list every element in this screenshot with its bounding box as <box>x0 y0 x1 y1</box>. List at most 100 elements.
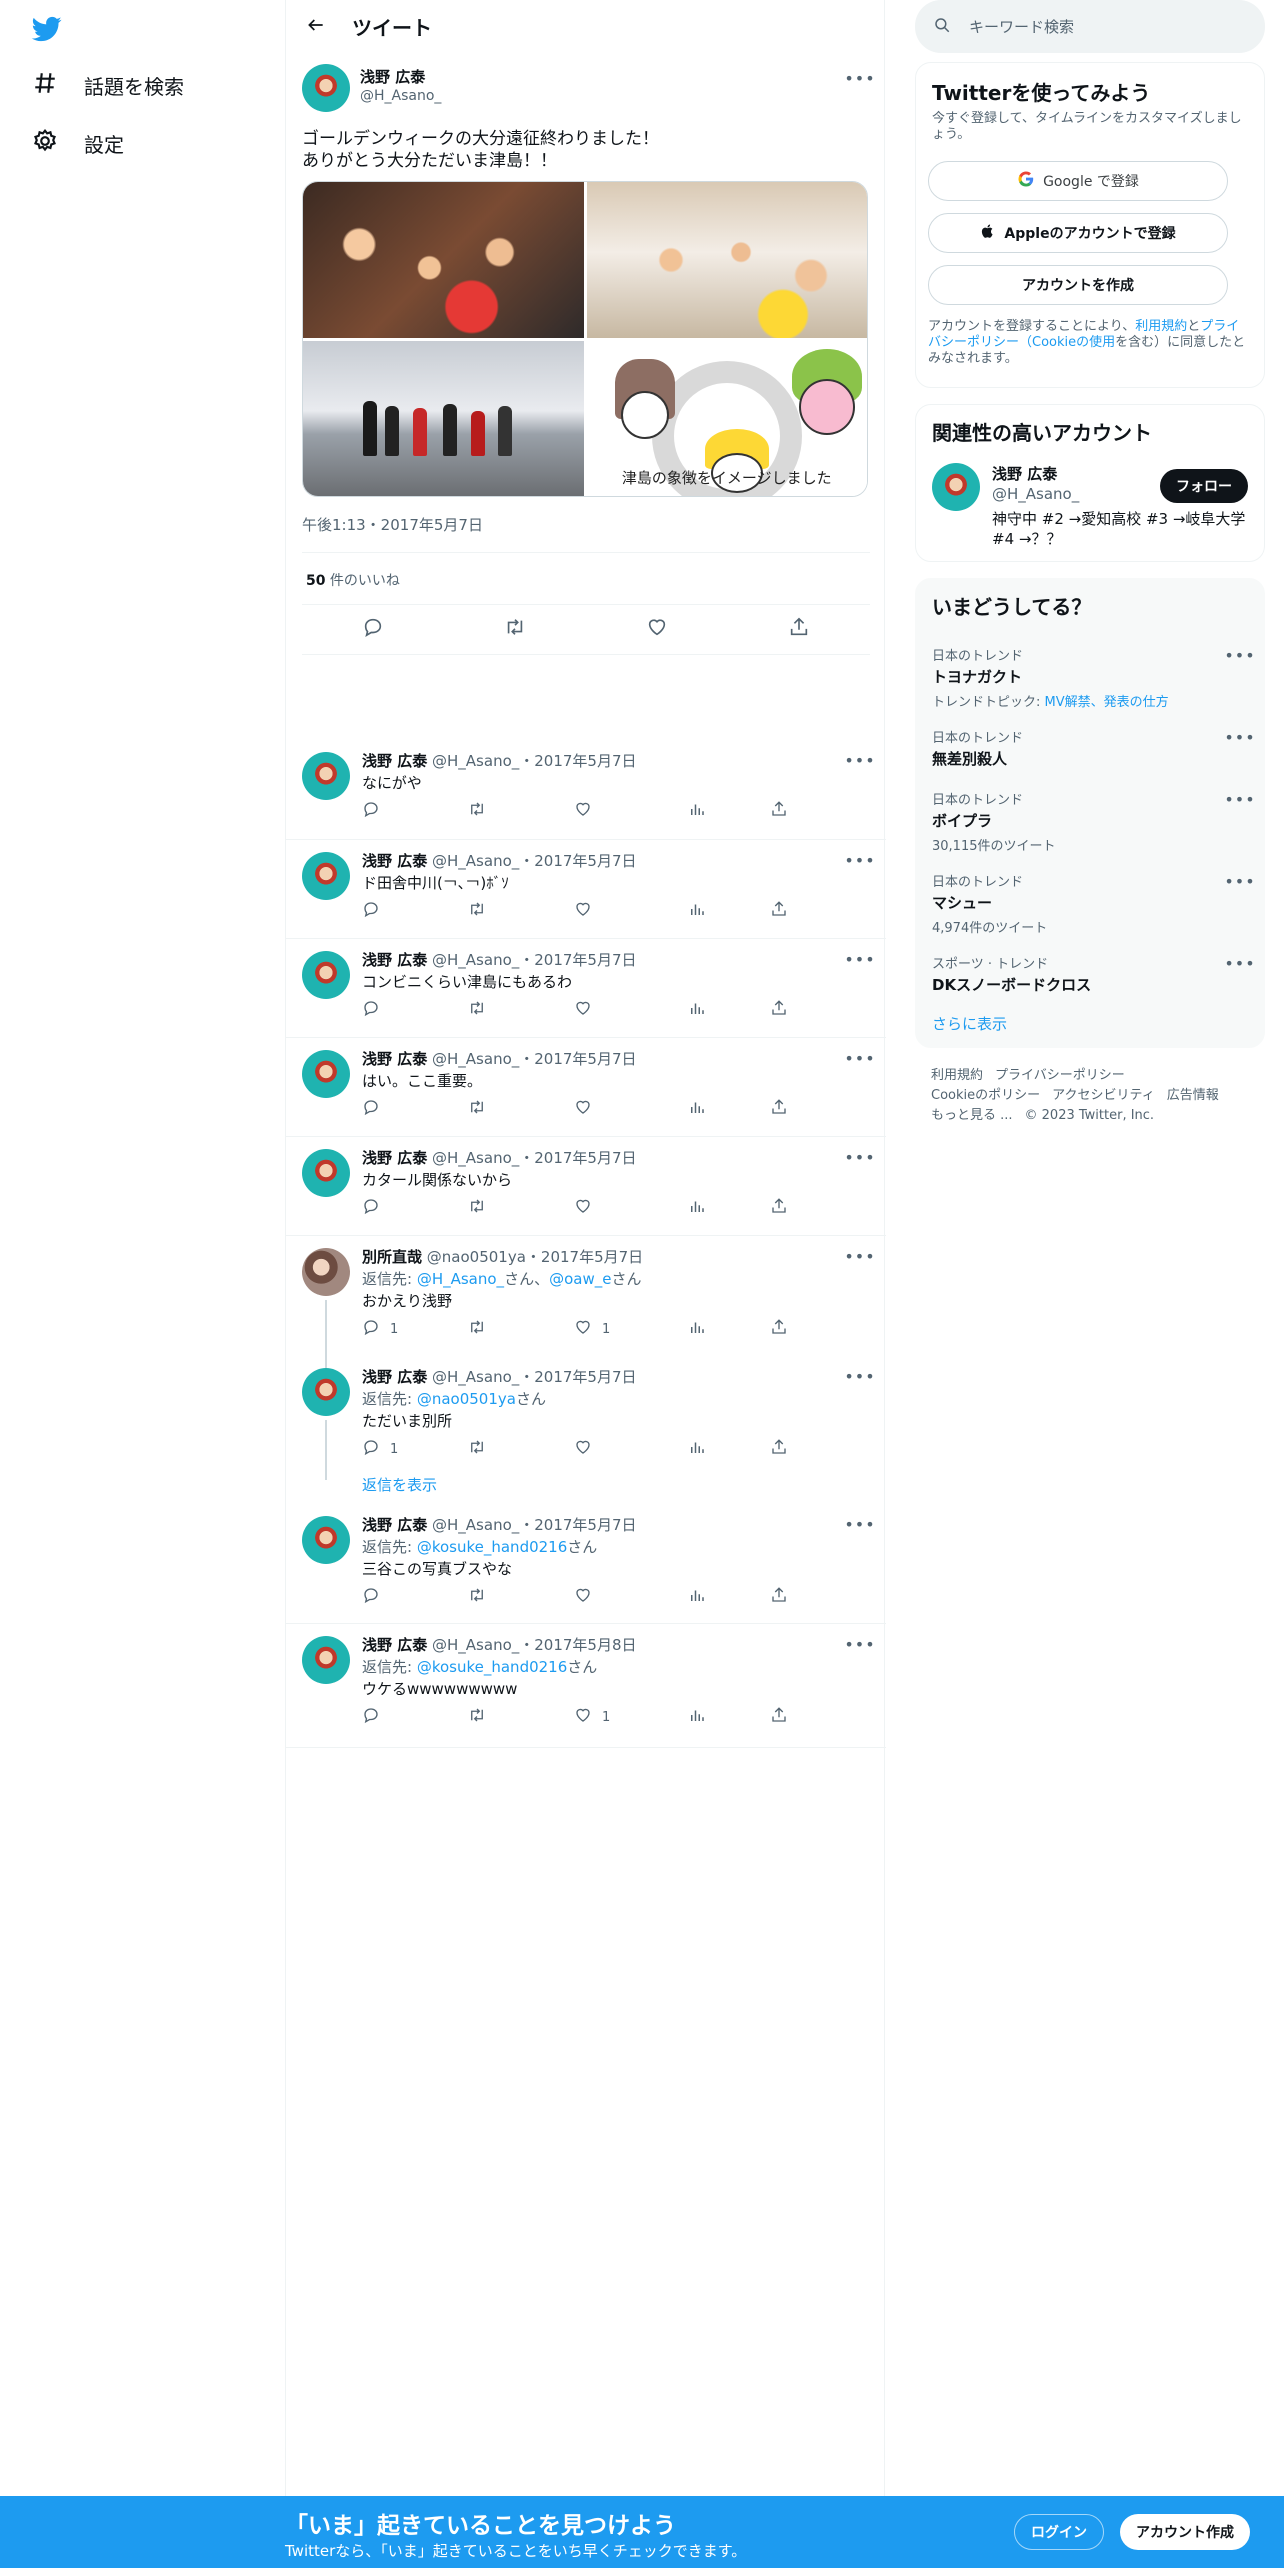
reply-meta[interactable]: @H_Asano_・2017年5月7日 <box>432 1149 637 1167</box>
avatar[interactable] <box>302 951 350 999</box>
nav-explore[interactable]: 話題を検索 <box>32 70 184 101</box>
more-icon[interactable]: ••• <box>1224 871 1254 891</box>
reply-tweet[interactable]: 浅野 広泰 @H_Asano_・2017年5月7日 ••• 返信先: @nao050… <box>286 1356 886 1504</box>
more-icon[interactable]: ••• <box>1224 645 1254 665</box>
views-button[interactable] <box>688 1438 706 1460</box>
share-button[interactable] <box>770 999 788 1021</box>
share-button[interactable] <box>770 1438 788 1460</box>
photo-2[interactable] <box>586 182 867 338</box>
share-button[interactable] <box>770 800 788 822</box>
reply-button[interactable] <box>362 1197 390 1219</box>
show-more-trends-link[interactable]: さらに表示 <box>932 1013 1007 1034</box>
more-icon[interactable]: ••• <box>1224 953 1254 973</box>
more-icon[interactable]: ••• <box>844 750 874 770</box>
retweet-button[interactable] <box>468 1706 486 1728</box>
views-button[interactable] <box>688 900 706 922</box>
reply-tweet[interactable]: 浅野 広泰 @H_Asano_・2017年5月7日 ••• はい。ここ重要。 <box>286 1038 886 1137</box>
like-button[interactable] <box>574 1438 602 1460</box>
reply-meta[interactable]: @H_Asano_・2017年5月7日 <box>432 1368 637 1386</box>
reply-meta[interactable]: @H_Asano_・2017年5月7日 <box>432 1516 637 1534</box>
like-button[interactable]: 1 <box>574 1706 610 1728</box>
reply-meta[interactable]: @nao0501ya・2017年5月7日 <box>427 1248 643 1266</box>
retweet-button[interactable] <box>468 1586 486 1608</box>
trend-item[interactable]: 日本のトレンド ボイプラ 30,115件のツイート ••• <box>932 789 1255 855</box>
relevant-handle[interactable]: @H_Asano_ <box>992 485 1079 503</box>
reply-tweet[interactable]: 浅野 広泰 @H_Asano_・2017年5月7日 ••• なにがや <box>286 740 886 840</box>
author-name[interactable]: 浅野 広泰 <box>360 66 425 87</box>
reply-tweet[interactable]: 浅野 広泰 @H_Asano_・2017年5月7日 ••• 返信先: @kosuke… <box>286 1504 886 1624</box>
views-button[interactable] <box>688 1586 706 1608</box>
trend-item[interactable]: 日本のトレンド マシュー 4,974件のツイート ••• <box>932 871 1255 937</box>
like-button[interactable] <box>574 1197 602 1219</box>
reply-author-name[interactable]: 浅野 広泰 <box>362 752 427 770</box>
retweet-button[interactable] <box>468 900 486 922</box>
nav-settings[interactable]: 設定 <box>32 128 124 159</box>
reply-button[interactable] <box>362 1706 390 1728</box>
views-button[interactable] <box>688 1098 706 1120</box>
share-button[interactable] <box>770 1197 788 1219</box>
retweet-button[interactable] <box>468 1098 486 1120</box>
share-button[interactable] <box>770 1586 788 1608</box>
tweet-timestamp[interactable]: 午後1:13・2017年5月7日 <box>302 514 483 535</box>
like-button[interactable] <box>574 900 602 922</box>
reply-tweet[interactable]: 別所直哉 @nao0501ya・2017年5月7日 ••• 返信先: @H_Asan… <box>286 1236 886 1368</box>
avatar[interactable] <box>302 1516 350 1564</box>
share-icon[interactable] <box>788 616 810 642</box>
reply-to-mention[interactable]: @H_Asano_ <box>417 1270 504 1288</box>
photo-4[interactable]: 津島の象徴をイメージしました <box>586 340 867 496</box>
avatar[interactable] <box>932 463 980 511</box>
reply-to-mention[interactable]: @oaw_e <box>549 1270 611 1288</box>
share-button[interactable] <box>770 1706 788 1728</box>
avatar[interactable] <box>302 1050 350 1098</box>
footer-cookie-link[interactable]: Cookieのポリシー <box>931 1088 1040 1103</box>
retweet-button[interactable] <box>468 1438 486 1460</box>
reply-button[interactable]: 1 <box>362 1438 398 1460</box>
reply-button[interactable] <box>362 800 390 822</box>
reply-button[interactable]: 1 <box>362 1318 398 1340</box>
create-account-button[interactable]: アカウントを作成 <box>928 265 1228 305</box>
back-button[interactable] <box>288 0 344 53</box>
reply-to-mention[interactable]: @kosuke_hand0216 <box>417 1538 567 1556</box>
reply-author-name[interactable]: 浅野 広泰 <box>362 1368 427 1386</box>
footer-terms-link[interactable]: 利用規約 <box>931 1068 983 1083</box>
terms-link[interactable]: 利用規約 <box>1135 319 1187 334</box>
reply-author-name[interactable]: 浅野 広泰 <box>362 1149 427 1167</box>
reply-author-name[interactable]: 別所直哉 <box>362 1248 422 1266</box>
follow-button[interactable]: フォロー <box>1160 469 1248 503</box>
reply-button[interactable] <box>362 999 390 1021</box>
more-icon[interactable]: ••• <box>844 1366 874 1386</box>
more-icon[interactable]: ••• <box>1224 789 1254 809</box>
reply-button[interactable] <box>362 1098 390 1120</box>
search-box[interactable] <box>915 0 1265 53</box>
retweet-button[interactable] <box>468 999 486 1021</box>
login-button[interactable]: ログイン <box>1014 2514 1104 2550</box>
views-button[interactable] <box>688 1706 706 1728</box>
apple-signup-button[interactable]: Appleのアカウントで登録 <box>928 213 1228 253</box>
trend-item[interactable]: スポーツ · トレンド DKスノーボードクロス ••• <box>932 953 1255 995</box>
trend-item[interactable]: 日本のトレンド 無差別殺人 ••• <box>932 727 1255 769</box>
trend-topic-link[interactable]: MV解禁、発表の仕方 <box>1045 695 1169 710</box>
more-icon[interactable]: ••• <box>844 1514 874 1534</box>
reply-author-name[interactable]: 浅野 広泰 <box>362 1516 427 1534</box>
views-button[interactable] <box>688 1318 706 1340</box>
footer-ads-link[interactable]: 広告情報 <box>1167 1088 1219 1103</box>
footer-accessibility-link[interactable]: アクセシビリティ <box>1052 1088 1155 1103</box>
reply-author-name[interactable]: 浅野 広泰 <box>362 1050 427 1068</box>
photo-3[interactable] <box>303 340 584 496</box>
search-input[interactable] <box>969 17 1229 36</box>
retweet-icon[interactable] <box>504 616 526 642</box>
footer-privacy-link[interactable]: プライバシーポリシー <box>995 1068 1125 1083</box>
avatar[interactable] <box>302 752 350 800</box>
signup-button[interactable]: アカウント作成 <box>1120 2514 1250 2550</box>
avatar[interactable] <box>302 64 350 112</box>
more-icon[interactable]: ••• <box>1224 727 1254 747</box>
like-button[interactable] <box>574 999 602 1021</box>
views-button[interactable] <box>688 800 706 822</box>
retweet-button[interactable] <box>468 1197 486 1219</box>
reply-meta[interactable]: @H_Asano_・2017年5月8日 <box>432 1636 637 1654</box>
share-button[interactable] <box>770 1098 788 1120</box>
footer-more-link[interactable]: もっと見る ... <box>931 1108 1013 1123</box>
likes-count[interactable]: 50 件のいいね <box>306 570 400 590</box>
avatar[interactable] <box>302 1636 350 1684</box>
heart-icon[interactable] <box>646 616 668 642</box>
